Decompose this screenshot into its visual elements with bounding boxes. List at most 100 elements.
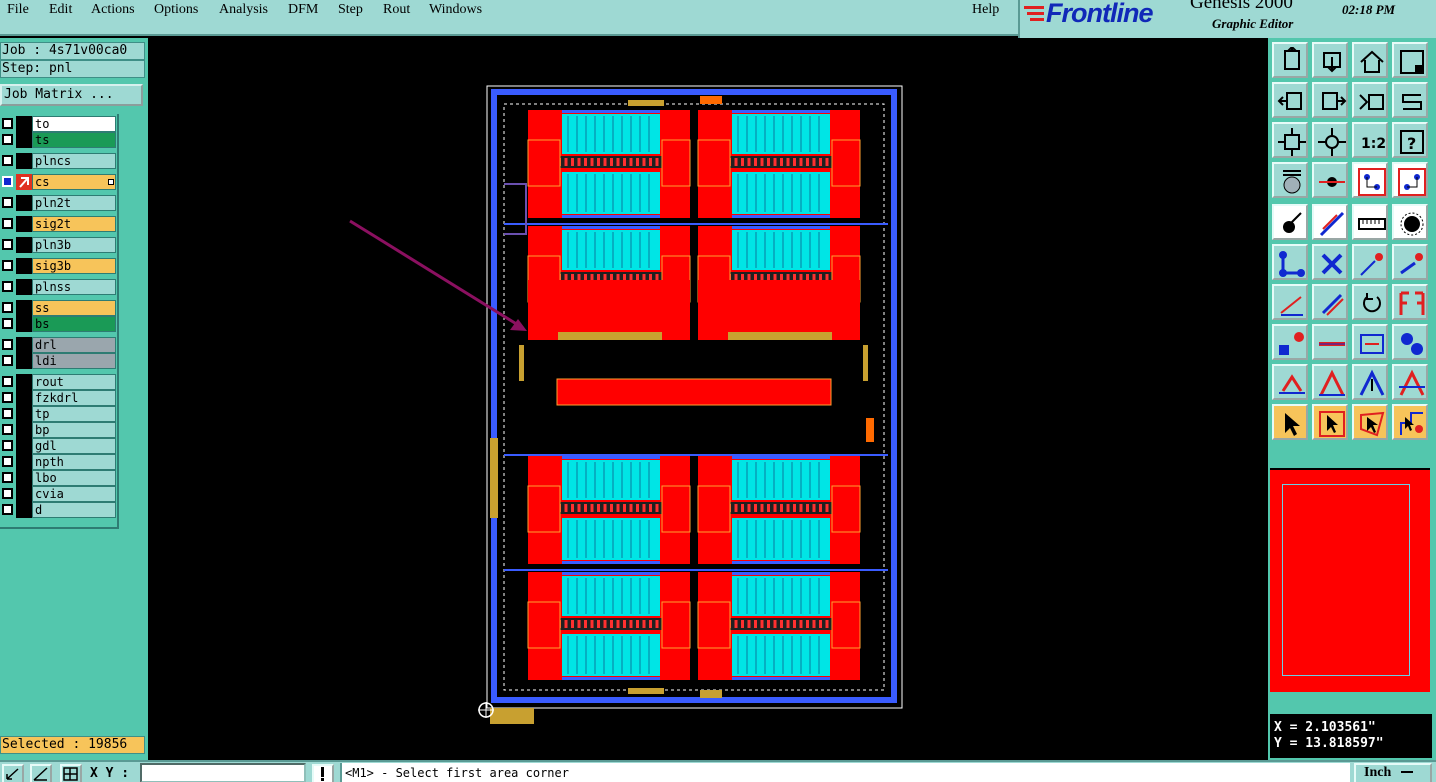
menu-windows[interactable]: Windows bbox=[427, 2, 484, 18]
layer-row-pln3b[interactable]: pln3b bbox=[0, 237, 118, 253]
help-query-icon[interactable]: ? bbox=[1392, 122, 1428, 158]
layer-checkbox[interactable] bbox=[2, 239, 13, 250]
settings-icon[interactable] bbox=[1272, 162, 1308, 198]
layer-row-cs[interactable]: cs bbox=[0, 174, 118, 190]
zoom-window-icon[interactable] bbox=[1392, 42, 1428, 78]
layer-row-ss[interactable]: ss bbox=[0, 300, 118, 316]
layer-row-cvia[interactable]: cvia bbox=[0, 486, 118, 502]
layer-checkbox[interactable] bbox=[2, 488, 13, 499]
add-line-icon[interactable] bbox=[1312, 204, 1348, 240]
minimap[interactable] bbox=[1270, 468, 1430, 692]
triangle-up-icon[interactable] bbox=[1352, 364, 1388, 400]
move-point-icon[interactable] bbox=[1392, 244, 1428, 280]
layer-row-sig2t[interactable]: sig2t bbox=[0, 216, 118, 232]
layer-row-d[interactable]: d bbox=[0, 502, 118, 518]
layer-row-plncs[interactable]: plncs bbox=[0, 153, 118, 169]
resize-icon[interactable] bbox=[1352, 324, 1388, 360]
layer-row-npth[interactable]: npth bbox=[0, 454, 118, 470]
snap-pad-icon[interactable] bbox=[1312, 162, 1348, 198]
rotate-icon[interactable] bbox=[1352, 284, 1388, 320]
select-arrow-icon[interactable] bbox=[1272, 404, 1308, 440]
layer-row-bp[interactable]: bp bbox=[0, 422, 118, 438]
zoom-home-icon[interactable] bbox=[1272, 42, 1308, 78]
layer-checkbox[interactable] bbox=[2, 504, 13, 515]
layer-row-drl[interactable]: drl bbox=[0, 337, 118, 353]
layer-checkbox[interactable] bbox=[2, 218, 13, 229]
layer-checkbox[interactable] bbox=[2, 318, 13, 329]
add-pad-icon[interactable] bbox=[1392, 204, 1428, 240]
add-feature-icon[interactable] bbox=[1272, 204, 1308, 240]
layer-checkbox[interactable] bbox=[2, 260, 13, 271]
layer-checkbox[interactable] bbox=[2, 197, 13, 208]
triangle-icon[interactable] bbox=[1312, 364, 1348, 400]
pan-center-icon[interactable] bbox=[1352, 82, 1388, 118]
arc-edit-icon[interactable] bbox=[1272, 364, 1308, 400]
layer-checkbox[interactable] bbox=[2, 408, 13, 419]
zoom-back-icon[interactable] bbox=[1312, 42, 1348, 78]
layer-checkbox[interactable] bbox=[2, 134, 13, 145]
layer-row-to[interactable]: to bbox=[0, 116, 118, 132]
split-line-icon[interactable] bbox=[1312, 324, 1348, 360]
units-button[interactable]: Inch bbox=[1354, 763, 1432, 782]
layer-row-lbo[interactable]: lbo bbox=[0, 470, 118, 486]
layer-row-ldi[interactable]: ldi bbox=[0, 353, 118, 369]
snap-icon[interactable] bbox=[2, 764, 24, 782]
move-node-icon[interactable] bbox=[1352, 244, 1388, 280]
measure-icon[interactable] bbox=[30, 764, 52, 782]
menu-step[interactable]: Step bbox=[336, 2, 365, 18]
xy-input[interactable] bbox=[140, 763, 306, 782]
draw-line-icon[interactable] bbox=[1312, 284, 1348, 320]
layer-menu-icon[interactable] bbox=[108, 179, 114, 185]
layer-row-fzkdrl[interactable]: fzkdrl bbox=[0, 390, 118, 406]
layer-checkbox[interactable] bbox=[2, 456, 13, 467]
layer-row-gdl[interactable]: gdl bbox=[0, 438, 118, 454]
grid-icon[interactable] bbox=[60, 764, 82, 782]
layer-row-rout[interactable]: rout bbox=[0, 374, 118, 390]
menu-rout[interactable]: Rout bbox=[381, 2, 412, 18]
layer-checkbox[interactable] bbox=[2, 155, 13, 166]
layer-display-icon[interactable] bbox=[1352, 162, 1388, 198]
layer-checkbox[interactable] bbox=[2, 424, 13, 435]
measure-ruler-icon[interactable] bbox=[1352, 204, 1388, 240]
layer-checkbox[interactable] bbox=[2, 339, 13, 350]
group-icon[interactable] bbox=[1392, 324, 1428, 360]
pan-left-icon[interactable] bbox=[1272, 82, 1308, 118]
redraw-icon[interactable] bbox=[1392, 82, 1428, 118]
job-matrix-button[interactable]: Job Matrix ... bbox=[0, 84, 143, 106]
layer-checkbox[interactable] bbox=[2, 302, 13, 313]
layer-row-bs[interactable]: bs bbox=[0, 316, 118, 332]
zoom-center-icon[interactable] bbox=[1312, 122, 1348, 158]
layer-row-sig3b[interactable]: sig3b bbox=[0, 258, 118, 274]
menu-options[interactable]: Options bbox=[152, 2, 200, 18]
zoom-1to1-icon[interactable]: 1:2 bbox=[1352, 122, 1388, 158]
layer-checkbox[interactable] bbox=[2, 392, 13, 403]
menu-help[interactable]: Help bbox=[970, 2, 1001, 18]
delete-node-icon[interactable] bbox=[1312, 244, 1348, 280]
snap-corner-icon[interactable] bbox=[1272, 324, 1308, 360]
layer-row-tp[interactable]: tp bbox=[0, 406, 118, 422]
pan-right-icon[interactable] bbox=[1312, 82, 1348, 118]
layer-checkbox[interactable] bbox=[2, 440, 13, 451]
triangle-mid-icon[interactable] bbox=[1392, 364, 1428, 400]
graphic-canvas[interactable] bbox=[148, 38, 1268, 760]
zoom-home-step-icon[interactable] bbox=[1352, 42, 1388, 78]
layer-checkbox[interactable] bbox=[2, 472, 13, 483]
menu-actions[interactable]: Actions bbox=[89, 2, 137, 18]
layer-row-plnss[interactable]: plnss bbox=[0, 279, 118, 295]
menu-analysis[interactable]: Analysis bbox=[217, 2, 270, 18]
minimap-viewport[interactable] bbox=[1282, 484, 1410, 676]
warning-icon[interactable] bbox=[312, 764, 334, 782]
layer-checkbox[interactable] bbox=[2, 355, 13, 366]
layer-row-ts[interactable]: ts bbox=[0, 132, 118, 148]
layer-display-alt-icon[interactable] bbox=[1392, 162, 1428, 198]
select-net-icon[interactable] bbox=[1392, 404, 1428, 440]
layer-checkbox[interactable] bbox=[2, 376, 13, 387]
zoom-fit-icon[interactable] bbox=[1272, 122, 1308, 158]
pcb-panel-view[interactable] bbox=[148, 38, 1268, 760]
add-arc-icon[interactable] bbox=[1272, 284, 1308, 320]
layer-checkbox[interactable] bbox=[2, 176, 13, 187]
menu-file[interactable]: File bbox=[5, 2, 31, 18]
select-polygon-icon[interactable] bbox=[1352, 404, 1388, 440]
menu-dfm[interactable]: DFM bbox=[286, 2, 320, 18]
select-box-icon[interactable] bbox=[1312, 404, 1348, 440]
